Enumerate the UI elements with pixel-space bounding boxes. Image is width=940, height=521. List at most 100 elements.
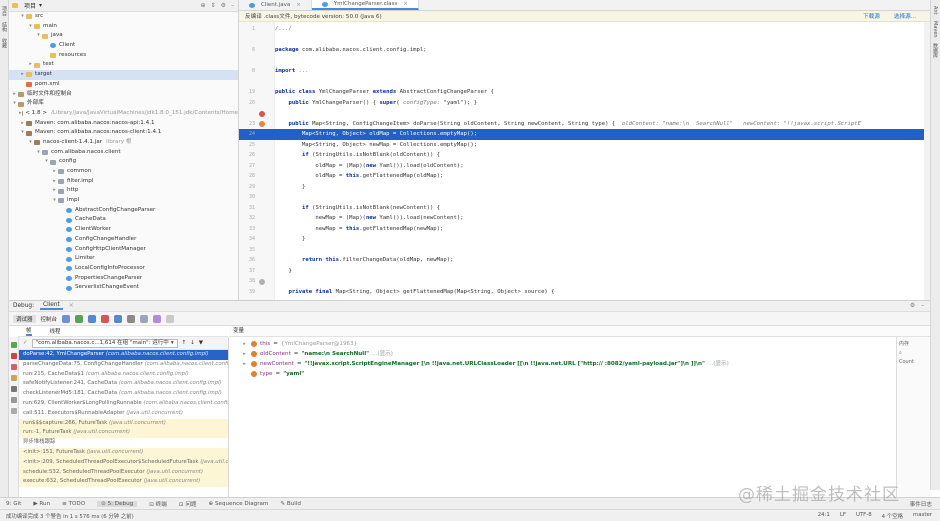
tree-node[interactable]: ▸ Maven: com.alibaba.nacos:nacos-api:1.4.… [9, 119, 238, 129]
code-line[interactable]: 1 /.../ [239, 24, 930, 35]
stack-frame[interactable]: run:-1, FutureTask (java.util.concurrent… [19, 428, 228, 439]
stack-frame[interactable]: 异步堆栈跟踪 [19, 438, 228, 448]
tree-node[interactable]: ▾ main [9, 22, 238, 32]
frames-tab[interactable]: 帧 [26, 326, 32, 336]
expand-arrow-icon[interactable]: ▸ [51, 167, 58, 177]
code-line[interactable]: 25 Map<String, Object> newMap = Collecti… [239, 140, 930, 151]
expand-arrow-icon[interactable]: ▸ [19, 119, 26, 129]
method-marker-icon[interactable] [259, 278, 265, 285]
tool-tab[interactable]: 9: Git [6, 501, 21, 507]
code-line[interactable]: 33 newMap = this.getFlattenedMap(newMap)… [239, 224, 930, 235]
resume-icon[interactable] [10, 342, 17, 348]
tree-node[interactable]: LocalConfigInfoProcessor [9, 264, 238, 274]
code-line[interactable]: 28 oldMap = this.getFlattenedMap(oldMap)… [239, 171, 930, 182]
tree-node[interactable]: AbstractConfigChangeParser [9, 206, 238, 216]
code-editor[interactable]: 1 /.../ 6 package com.alibaba.nacos.client.… [239, 22, 930, 300]
debugger-tab[interactable]: 调试器 [13, 314, 36, 323]
tool-tab[interactable]: ⊙ 5: Debug [97, 500, 138, 507]
stack-frame[interactable]: parseChangeData:75, ConfigChangeHandler … [19, 360, 228, 370]
tree-node[interactable]: PropertiesChangeParser [9, 274, 238, 284]
close-icon[interactable]: × [403, 0, 408, 10]
step-over-icon[interactable] [75, 314, 84, 323]
camera-icon[interactable] [10, 386, 17, 392]
settings-icon[interactable] [10, 397, 17, 403]
tree-node[interactable]: ▸ common [9, 167, 238, 177]
tool-window-button[interactable]: 收藏 [1, 38, 8, 48]
threads-tab[interactable]: 线程 [50, 327, 61, 335]
tree-node[interactable]: ▸ target [9, 70, 238, 80]
tree-node[interactable]: ▾ 外部库 [9, 99, 238, 109]
evaluate-icon[interactable] [153, 314, 162, 323]
expand-arrow-icon[interactable]: ▾ [27, 138, 34, 148]
code-line[interactable]: 29 } [239, 182, 930, 193]
expand-arrow-icon[interactable]: ▸ [11, 90, 18, 100]
download-sources-link[interactable]: 下载源 [863, 12, 880, 20]
expand-arrow-icon[interactable]: ▸ [27, 60, 34, 70]
tree-node[interactable]: ClientWorker [9, 225, 238, 235]
tree-node[interactable]: ConfigChangeHandler [9, 235, 238, 245]
variable-row[interactable]: ▸ newContent = "!!javax.script.ScriptEngi… [229, 359, 930, 369]
drop-frame-icon[interactable] [127, 314, 136, 323]
expand-arrow-icon[interactable]: ▾ [19, 12, 26, 22]
close-icon[interactable]: × [69, 303, 74, 309]
expand-arrow-icon[interactable]: ▾ [27, 22, 34, 32]
status-item[interactable]: master [913, 512, 932, 520]
close-icon[interactable]: × [296, 0, 301, 11]
console-tab[interactable]: 控制台 [41, 315, 58, 323]
mute-breakpoints-icon[interactable] [10, 375, 17, 381]
code-line[interactable]: 39 private final Map<String, Object> get… [239, 287, 930, 298]
breakpoints-icon[interactable] [10, 364, 17, 370]
trace-icon[interactable] [166, 314, 175, 323]
filter-icon[interactable]: ▼ [199, 340, 203, 346]
memory-count-header[interactable]: Count [899, 357, 928, 366]
editor-tab[interactable]: Client.java × [239, 0, 312, 10]
tool-tab[interactable]: ⊡ 问题 [179, 500, 197, 508]
tool-window-button[interactable]: Maven [932, 21, 938, 38]
choose-sources-link[interactable]: 选择源... [894, 12, 916, 20]
code-line[interactable] [239, 35, 930, 46]
stack-frame[interactable]: run:629, ClientWorker$LongPollingRunnabl… [19, 399, 228, 409]
tree-node[interactable]: ▾ src [9, 12, 238, 22]
stack-frame[interactable]: schedule:532, ScheduledThreadPoolExecuto… [19, 467, 228, 478]
tool-tab[interactable]: ⊡ 终端 [149, 500, 167, 508]
expand-arrow-icon[interactable]: ▾ [19, 128, 26, 138]
stack-frame[interactable]: call:511, Executors$RunnableAdapter (jav… [19, 409, 228, 419]
expand-arrow-icon[interactable]: ▸ [241, 359, 248, 369]
run-to-cursor-icon[interactable] [140, 314, 149, 323]
tree-node[interactable]: ServerlistChangeEvent [9, 283, 238, 293]
expand-arrow-icon[interactable]: ▾ [11, 99, 18, 109]
code-line[interactable]: 20 public YmlChangeParser() { super( con… [239, 98, 930, 109]
status-message[interactable]: 成功编译完成 3 个警告 in 1 s 576 ms (6 分钟 之前) [6, 512, 134, 520]
code-line[interactable]: 24 Map<String, Object> oldMap = Collecti… [239, 129, 930, 140]
chevron-down-icon[interactable]: ▾ [39, 2, 42, 9]
stack-frame[interactable]: <init>:209, ScheduledThreadPoolExecutor$… [19, 457, 228, 468]
code-line[interactable]: 32 newMap = (Map)(new Yaml()).load(newCo… [239, 213, 930, 224]
arrow-up-icon[interactable]: ↑ [182, 340, 187, 346]
minimize-icon[interactable]: – [921, 303, 924, 309]
collapse-icon[interactable]: ⇕ [211, 2, 216, 9]
tree-node[interactable]: Limiter [9, 254, 238, 264]
expand-arrow-icon[interactable]: ▸ [241, 339, 248, 349]
tree-node[interactable]: ▾ com.alibaba.nacos.client [9, 148, 238, 158]
code-line[interactable]: 8 import ... [239, 66, 930, 77]
stack-frame[interactable]: execute:632, ScheduledThreadPoolExecutor… [19, 477, 228, 488]
tool-tab[interactable]: ⊕ Sequence Diagram [209, 501, 269, 507]
expand-arrow-icon[interactable]: ▾ [35, 31, 42, 41]
code-line[interactable]: 27 oldMap = (Map)(new Yaml()).load(oldCo… [239, 161, 930, 172]
thread-selector[interactable]: ✓ "com.alibaba.nacos.c...1,614 在组 "main"… [19, 337, 228, 350]
tool-window-button[interactable]: 结构 [1, 22, 8, 32]
tool-tab[interactable]: ✎ Build [280, 501, 301, 507]
step-out-icon[interactable] [114, 314, 123, 323]
tree-node[interactable]: ▸ http [9, 186, 238, 196]
variable-row[interactable]: type = "yaml" [229, 369, 930, 379]
tool-tab[interactable]: ▶ Run [33, 501, 50, 507]
gear-icon[interactable]: ⚙ [910, 303, 915, 309]
stack-frame[interactable]: safeNotifyListener:241, CacheData (com.a… [19, 379, 228, 389]
stack-frame[interactable]: run:215, CacheData$1 (com.alibaba.nacos.… [19, 370, 228, 380]
code-line[interactable]: 23 public Map<String, ConfigChangeItem> … [239, 119, 930, 130]
tree-node[interactable]: ▾ Maven: com.alibaba.nacos:nacos-client:1… [9, 128, 238, 138]
tool-window-button[interactable]: 项目 [1, 6, 8, 16]
tree-node[interactable]: ▸ 临时文件和控制台 [9, 90, 238, 100]
tree-node[interactable]: ▾ java [9, 31, 238, 41]
variable-row[interactable]: ▸ this = {YmlChangeParser@1963} [229, 339, 930, 349]
